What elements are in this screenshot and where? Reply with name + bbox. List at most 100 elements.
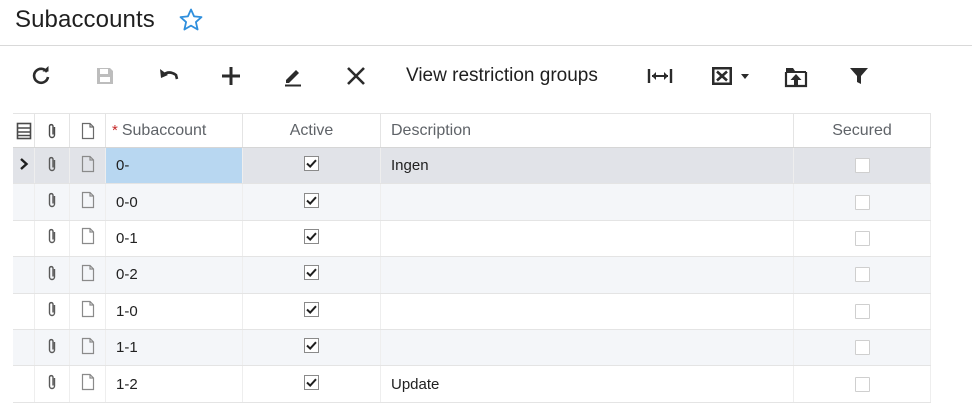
row-selector[interactable] — [13, 293, 35, 329]
delete-button[interactable] — [343, 61, 369, 91]
table-row[interactable]: 1-1 — [13, 329, 931, 367]
add-button[interactable] — [218, 61, 244, 91]
description-cell[interactable] — [381, 184, 794, 220]
excel-export-icon — [712, 67, 749, 85]
secured-checkbox[interactable] — [854, 303, 870, 319]
row-attachment-button[interactable] — [35, 257, 70, 293]
subaccount-column-header[interactable]: * Subaccount — [106, 114, 243, 147]
active-checkbox[interactable] — [304, 374, 319, 394]
secured-checkbox[interactable] — [854, 267, 870, 283]
subaccount-cell[interactable]: 0-1 — [106, 220, 243, 257]
table-row[interactable]: 1-2 Update — [13, 366, 931, 403]
note-icon — [81, 155, 95, 177]
edit-button[interactable] — [280, 61, 306, 91]
row-selector[interactable] — [13, 329, 35, 366]
export-button[interactable] — [710, 61, 754, 91]
active-checkbox[interactable] — [304, 265, 319, 284]
description-cell[interactable] — [381, 329, 794, 366]
secured-checkbox[interactable] — [854, 158, 870, 174]
row-selector[interactable] — [13, 257, 35, 293]
row-attachment-button[interactable] — [35, 366, 70, 402]
column-settings-button[interactable] — [13, 114, 35, 147]
row-note-button[interactable] — [70, 293, 106, 329]
row-attachment-button[interactable] — [35, 184, 70, 220]
description-column-header[interactable]: Description — [381, 114, 794, 147]
row-attachment-button[interactable] — [35, 220, 70, 257]
filter-button[interactable] — [846, 61, 872, 91]
active-cell[interactable] — [243, 329, 381, 366]
close-icon — [347, 67, 365, 85]
upload-icon — [784, 68, 808, 88]
active-cell[interactable] — [243, 148, 381, 184]
secured-checkbox[interactable] — [854, 340, 870, 356]
active-cell[interactable] — [243, 184, 381, 220]
subaccount-cell[interactable]: 1-0 — [106, 293, 243, 329]
description-cell[interactable]: Update — [381, 366, 794, 402]
active-checkbox[interactable] — [304, 192, 319, 212]
subaccount-cell[interactable]: 1-2 — [106, 366, 243, 402]
secured-cell[interactable] — [794, 329, 931, 366]
row-note-button[interactable] — [70, 148, 106, 184]
active-column-header[interactable]: Active — [243, 114, 381, 147]
description-cell[interactable] — [381, 293, 794, 329]
grid-body: 0- Ingen 0-0 0-1 0-2 1-0 1-1 1-2 Update — [13, 148, 931, 403]
pencil-icon — [285, 70, 301, 87]
table-row[interactable]: 1-0 — [13, 293, 931, 330]
active-cell[interactable] — [243, 257, 381, 293]
secured-cell[interactable] — [794, 184, 931, 220]
paperclip-icon — [46, 227, 58, 249]
fit-columns-button[interactable] — [646, 61, 674, 91]
subaccount-cell[interactable]: 1-1 — [106, 329, 243, 366]
active-checkbox[interactable] — [304, 338, 319, 357]
table-row[interactable]: 0-2 — [13, 257, 931, 294]
upload-button[interactable] — [782, 61, 810, 91]
secured-checkbox[interactable] — [854, 230, 870, 246]
row-note-button[interactable] — [70, 184, 106, 220]
description-cell[interactable]: Ingen — [381, 148, 794, 184]
row-attachment-button[interactable] — [35, 148, 70, 184]
active-cell[interactable] — [243, 293, 381, 329]
secured-column-header[interactable]: Secured — [794, 114, 931, 147]
active-cell[interactable] — [243, 366, 381, 402]
secured-cell[interactable] — [794, 366, 931, 402]
description-cell[interactable] — [381, 220, 794, 257]
row-selector[interactable] — [13, 148, 35, 184]
table-row[interactable]: 0-1 — [13, 220, 931, 258]
description-cell[interactable] — [381, 257, 794, 293]
row-selector[interactable] — [13, 366, 35, 402]
row-note-button[interactable] — [70, 257, 106, 293]
refresh-button[interactable] — [28, 61, 54, 91]
required-marker: * — [112, 122, 118, 139]
paperclip-icon — [46, 337, 58, 359]
active-checkbox[interactable] — [304, 156, 319, 175]
row-attachment-button[interactable] — [35, 329, 70, 366]
active-checkbox[interactable] — [304, 228, 319, 248]
star-outline-icon[interactable] — [178, 7, 204, 33]
row-note-button[interactable] — [70, 366, 106, 402]
active-cell[interactable] — [243, 220, 381, 257]
filter-icon — [850, 68, 868, 84]
active-checkbox[interactable] — [304, 301, 319, 321]
save-button[interactable] — [92, 61, 118, 91]
table-row[interactable]: 0-0 — [13, 184, 931, 221]
secured-checkbox[interactable] — [854, 376, 870, 392]
subaccount-cell[interactable]: 0-0 — [106, 184, 243, 220]
row-selector[interactable] — [13, 184, 35, 220]
row-note-button[interactable] — [70, 329, 106, 366]
secured-cell[interactable] — [794, 148, 931, 184]
subaccount-cell[interactable]: 0-2 — [106, 257, 243, 293]
view-restriction-groups-button[interactable]: View restriction groups — [406, 61, 598, 91]
plus-icon — [222, 67, 240, 85]
row-selector[interactable] — [13, 220, 35, 257]
paperclip-icon — [46, 300, 58, 322]
secured-cell[interactable] — [794, 293, 931, 329]
current-row-indicator-icon — [19, 157, 29, 175]
secured-cell[interactable] — [794, 220, 931, 257]
secured-cell[interactable] — [794, 257, 931, 293]
secured-checkbox[interactable] — [854, 194, 870, 210]
table-row[interactable]: 0- Ingen — [13, 148, 931, 185]
undo-button[interactable] — [156, 61, 182, 91]
row-note-button[interactable] — [70, 220, 106, 257]
row-attachment-button[interactable] — [35, 293, 70, 329]
subaccount-cell[interactable]: 0- — [106, 148, 243, 184]
